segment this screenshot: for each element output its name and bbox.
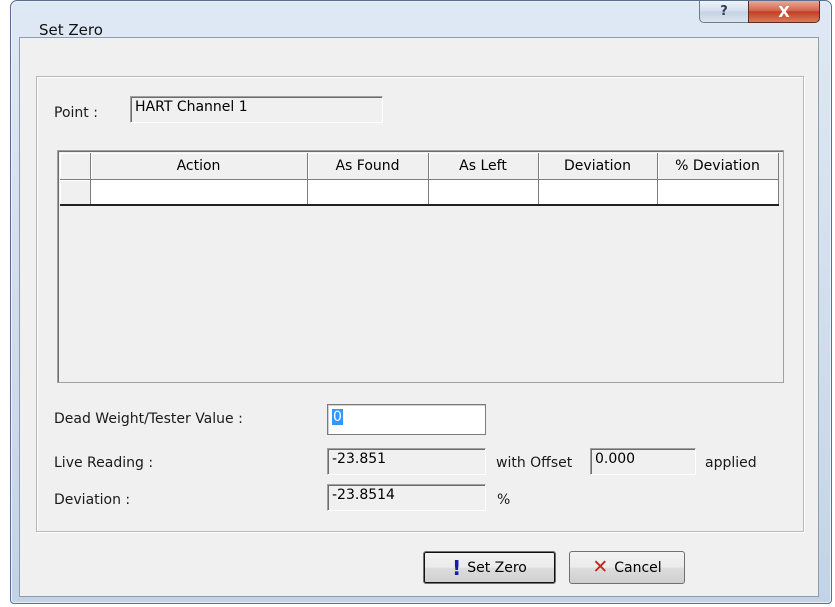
column-header-as-left[interactable]: As Left [428,153,539,180]
set-zero-button[interactable]: ! Set Zero [423,551,556,584]
table-row[interactable] [60,179,779,206]
deviation-label: Deviation : [54,492,131,508]
dead-weight-value: 0 [332,409,343,425]
as-left-cell[interactable] [428,179,539,206]
cancel-label: Cancel [614,559,662,576]
calibration-table: Action As Found As Left Deviation % Devi… [60,153,779,206]
column-header-as-found[interactable]: As Found [307,153,429,180]
deviation-cell[interactable] [538,179,658,206]
close-icon: X [778,2,790,21]
set-zero-label: Set Zero [467,559,527,576]
column-header-deviation[interactable]: Deviation [538,153,658,180]
offset-field: 0.000 [590,448,696,475]
point-field: HART Channel 1 [130,96,383,123]
close-button[interactable]: X [748,1,820,23]
exclamation-icon: ! [452,555,462,580]
grid-header-row: Action As Found As Left Deviation % Devi… [60,153,779,180]
with-offset-label: with Offset [496,455,573,471]
column-header-pct-deviation[interactable]: % Deviation [657,153,779,180]
deviation-field: -23.8514 [327,484,486,511]
cancel-button[interactable]: ✕ Cancel [569,551,685,584]
calibration-grid[interactable]: Action As Found As Left Deviation % Devi… [57,150,784,383]
point-label: Point : [54,105,98,121]
as-found-cell[interactable] [307,179,429,206]
live-reading-label: Live Reading : [54,455,154,471]
live-reading-field: -23.851 [327,448,486,475]
help-icon: ? [720,4,728,19]
pct-deviation-cell[interactable] [657,179,779,206]
action-cell[interactable] [90,179,308,206]
grid-corner-header[interactable] [60,153,91,180]
deviation-unit: % [497,492,511,508]
dead-weight-input[interactable]: 0 [327,404,486,435]
cancel-x-icon: ✕ [592,556,609,578]
column-header-action[interactable]: Action [90,153,308,180]
row-header-cell[interactable] [60,179,91,206]
help-button[interactable]: ? [699,1,749,23]
dead-weight-label: Dead Weight/Tester Value : [54,411,243,427]
applied-label: applied [705,455,757,471]
